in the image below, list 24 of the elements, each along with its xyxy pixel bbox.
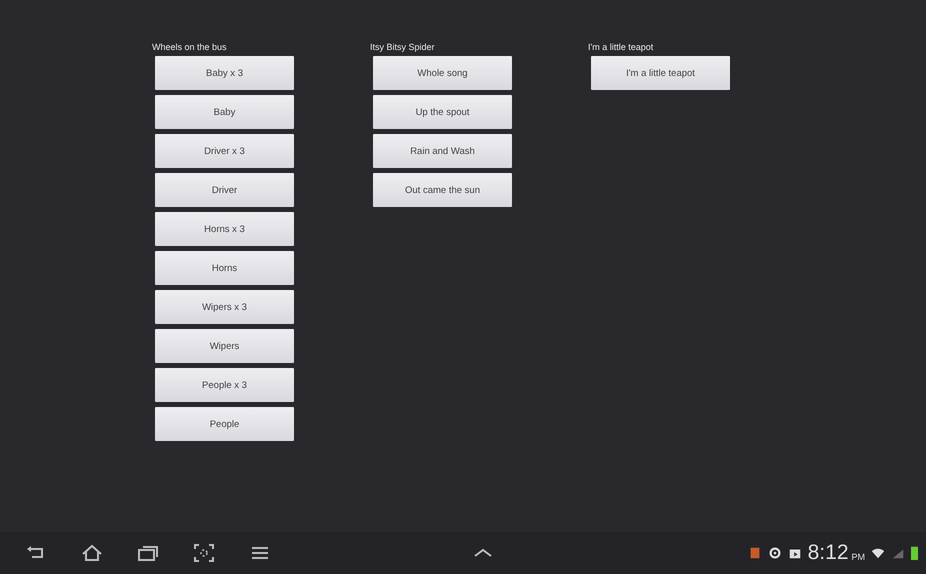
sound-button[interactable]: Baby x 3	[155, 56, 294, 90]
clock-time: 8:12	[808, 541, 848, 565]
sound-button[interactable]: Horns	[155, 251, 294, 285]
group-title: Itsy Bitsy Spider	[370, 42, 436, 52]
sound-button[interactable]: Wipers x 3	[155, 290, 294, 324]
sound-button[interactable]: People x 3	[155, 368, 294, 402]
sound-button[interactable]: I'm a little teapot	[591, 56, 730, 90]
sound-button[interactable]: Rain and Wash	[373, 134, 512, 168]
sound-button[interactable]: People	[155, 407, 294, 441]
notification-icon	[748, 546, 762, 560]
group-title: Wheels on the bus	[152, 42, 228, 52]
sound-button[interactable]: Horns x 3	[155, 212, 294, 246]
sound-button[interactable]: Wipers	[155, 329, 294, 363]
group-title: I'm a little teapot	[588, 42, 654, 52]
sound-button[interactable]: Up the spout	[373, 95, 512, 129]
sound-button[interactable]: Whole song	[373, 56, 512, 90]
battery-icon	[911, 546, 918, 560]
sound-button[interactable]: Out came the sun	[373, 173, 512, 207]
wifi-icon	[871, 546, 885, 560]
sound-button[interactable]: Driver	[155, 173, 294, 207]
clock-period: PM	[852, 552, 865, 562]
sound-button[interactable]: Driver x 3	[155, 134, 294, 168]
sound-button[interactable]: Baby	[155, 95, 294, 129]
screenshot-icon[interactable]	[192, 541, 216, 565]
